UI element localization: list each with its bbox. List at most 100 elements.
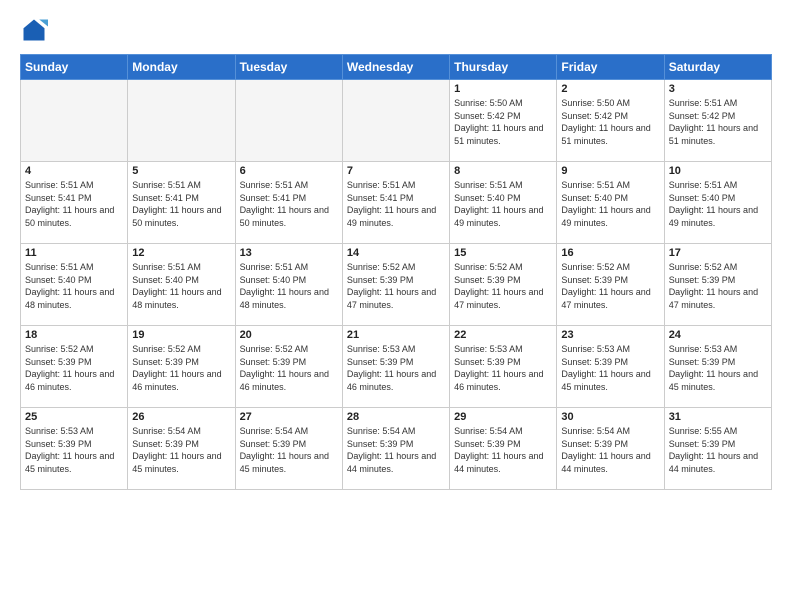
calendar-cell: 12 Sunrise: 5:51 AM Sunset: 5:40 PM Dayli… (128, 244, 235, 326)
page: SundayMondayTuesdayWednesdayThursdayFrid… (0, 0, 792, 612)
day-info: Sunrise: 5:51 AM Sunset: 5:41 PM Dayligh… (132, 179, 230, 229)
day-number: 25 (25, 411, 123, 423)
day-info: Sunrise: 5:52 AM Sunset: 5:39 PM Dayligh… (347, 261, 445, 311)
day-number: 17 (669, 247, 767, 259)
day-number: 24 (669, 329, 767, 341)
day-number: 19 (132, 329, 230, 341)
day-info: Sunrise: 5:53 AM Sunset: 5:39 PM Dayligh… (25, 425, 123, 475)
day-number: 6 (240, 165, 338, 177)
weekday-header-tuesday: Tuesday (235, 55, 342, 80)
day-info: Sunrise: 5:50 AM Sunset: 5:42 PM Dayligh… (454, 97, 552, 147)
day-number: 14 (347, 247, 445, 259)
day-number: 18 (25, 329, 123, 341)
day-number: 28 (347, 411, 445, 423)
day-number: 2 (561, 83, 659, 95)
calendar-cell: 5 Sunrise: 5:51 AM Sunset: 5:41 PM Daylig… (128, 162, 235, 244)
day-number: 11 (25, 247, 123, 259)
calendar-cell: 27Sunrise: 5:54 AM Sunset: 5:39 PM Dayli… (235, 408, 342, 490)
day-number: 3 (669, 83, 767, 95)
day-number: 9 (561, 165, 659, 177)
day-number: 1 (454, 83, 552, 95)
day-info: Sunrise: 5:53 AM Sunset: 5:39 PM Dayligh… (561, 343, 659, 393)
calendar-cell: 22Sunrise: 5:53 AM Sunset: 5:39 PM Dayli… (450, 326, 557, 408)
calendar-cell: 26 Sunrise: 5:54 AM Sunset: 5:39 PM Dayli… (128, 408, 235, 490)
calendar-cell: 4 Sunrise: 5:51 AM Sunset: 5:41 PM Daylig… (21, 162, 128, 244)
day-number: 20 (240, 329, 338, 341)
day-info: Sunrise: 5:54 AM Sunset: 5:39 PM Dayligh… (132, 425, 230, 475)
day-info: Sunrise: 5:54 AM Sunset: 5:39 PM Dayligh… (240, 425, 338, 475)
calendar-cell: 10 Sunrise: 5:51 AM Sunset: 5:40 PM Dayli… (664, 162, 771, 244)
day-number: 12 (132, 247, 230, 259)
weekday-header-row: SundayMondayTuesdayWednesdayThursdayFrid… (21, 55, 772, 80)
day-info: Sunrise: 5:51 AM Sunset: 5:41 PM Dayligh… (25, 179, 123, 229)
day-number: 13 (240, 247, 338, 259)
calendar-cell: 13 Sunrise: 5:51 AM Sunset: 5:40 PM Dayli… (235, 244, 342, 326)
calendar-cell: 11 Sunrise: 5:51 AM Sunset: 5:40 PM Dayli… (21, 244, 128, 326)
calendar-cell (342, 80, 449, 162)
day-info: Sunrise: 5:52 AM Sunset: 5:39 PM Dayligh… (240, 343, 338, 393)
day-info: Sunrise: 5:51 AM Sunset: 5:41 PM Dayligh… (347, 179, 445, 229)
calendar-cell: 2 Sunrise: 5:50 AM Sunset: 5:42 PM Daylig… (557, 80, 664, 162)
calendar-cell: 16 Sunrise: 5:52 AM Sunset: 5:39 PM Dayli… (557, 244, 664, 326)
weekday-header-saturday: Saturday (664, 55, 771, 80)
day-info: Sunrise: 5:54 AM Sunset: 5:39 PM Dayligh… (347, 425, 445, 475)
calendar-cell: 6Sunrise: 5:51 AM Sunset: 5:41 PM Daylig… (235, 162, 342, 244)
calendar-cell: 18 Sunrise: 5:52 AM Sunset: 5:39 PM Dayli… (21, 326, 128, 408)
day-info: Sunrise: 5:51 AM Sunset: 5:40 PM Dayligh… (669, 179, 767, 229)
day-info: Sunrise: 5:52 AM Sunset: 5:39 PM Dayligh… (561, 261, 659, 311)
day-number: 30 (561, 411, 659, 423)
weekday-header-sunday: Sunday (21, 55, 128, 80)
day-info: Sunrise: 5:53 AM Sunset: 5:39 PM Dayligh… (669, 343, 767, 393)
day-number: 15 (454, 247, 552, 259)
weekday-header-monday: Monday (128, 55, 235, 80)
day-info: Sunrise: 5:50 AM Sunset: 5:42 PM Dayligh… (561, 97, 659, 147)
header (20, 16, 772, 44)
day-info: Sunrise: 5:52 AM Sunset: 5:39 PM Dayligh… (132, 343, 230, 393)
calendar-cell: 31Sunrise: 5:55 AM Sunset: 5:39 PM Dayli… (664, 408, 771, 490)
day-number: 10 (669, 165, 767, 177)
calendar-cell: 23 Sunrise: 5:53 AM Sunset: 5:39 PM Dayli… (557, 326, 664, 408)
weekday-header-friday: Friday (557, 55, 664, 80)
day-number: 23 (561, 329, 659, 341)
day-info: Sunrise: 5:51 AM Sunset: 5:40 PM Dayligh… (132, 261, 230, 311)
day-number: 26 (132, 411, 230, 423)
calendar-cell: 3 Sunrise: 5:51 AM Sunset: 5:42 PM Daylig… (664, 80, 771, 162)
calendar-cell (235, 80, 342, 162)
calendar-cell: 29 Sunrise: 5:54 AM Sunset: 5:39 PM Dayli… (450, 408, 557, 490)
calendar-week-1: 4 Sunrise: 5:51 AM Sunset: 5:41 PM Daylig… (21, 162, 772, 244)
calendar-cell: 19 Sunrise: 5:52 AM Sunset: 5:39 PM Dayli… (128, 326, 235, 408)
calendar-cell: 24 Sunrise: 5:53 AM Sunset: 5:39 PM Dayli… (664, 326, 771, 408)
calendar-cell: 30Sunrise: 5:54 AM Sunset: 5:39 PM Dayli… (557, 408, 664, 490)
calendar-cell: 17 Sunrise: 5:52 AM Sunset: 5:39 PM Dayli… (664, 244, 771, 326)
calendar-cell: 14 Sunrise: 5:52 AM Sunset: 5:39 PM Dayli… (342, 244, 449, 326)
day-number: 5 (132, 165, 230, 177)
calendar-cell: 8Sunrise: 5:51 AM Sunset: 5:40 PM Daylig… (450, 162, 557, 244)
day-info: Sunrise: 5:54 AM Sunset: 5:39 PM Dayligh… (454, 425, 552, 475)
day-info: Sunrise: 5:51 AM Sunset: 5:40 PM Dayligh… (561, 179, 659, 229)
day-info: Sunrise: 5:52 AM Sunset: 5:39 PM Dayligh… (454, 261, 552, 311)
logo-icon (20, 16, 48, 44)
day-info: Sunrise: 5:53 AM Sunset: 5:39 PM Dayligh… (347, 343, 445, 393)
calendar-cell: 15 Sunrise: 5:52 AM Sunset: 5:39 PM Dayli… (450, 244, 557, 326)
weekday-header-thursday: Thursday (450, 55, 557, 80)
calendar-cell (128, 80, 235, 162)
calendar-week-4: 25 Sunrise: 5:53 AM Sunset: 5:39 PM Dayli… (21, 408, 772, 490)
calendar-cell: 7 Sunrise: 5:51 AM Sunset: 5:41 PM Daylig… (342, 162, 449, 244)
calendar-cell: 28 Sunrise: 5:54 AM Sunset: 5:39 PM Dayli… (342, 408, 449, 490)
day-number: 16 (561, 247, 659, 259)
calendar-cell: 25 Sunrise: 5:53 AM Sunset: 5:39 PM Dayli… (21, 408, 128, 490)
day-number: 31 (669, 411, 767, 423)
day-number: 8 (454, 165, 552, 177)
day-number: 29 (454, 411, 552, 423)
day-info: Sunrise: 5:51 AM Sunset: 5:40 PM Dayligh… (25, 261, 123, 311)
day-info: Sunrise: 5:53 AM Sunset: 5:39 PM Dayligh… (454, 343, 552, 393)
calendar-week-2: 11 Sunrise: 5:51 AM Sunset: 5:40 PM Dayli… (21, 244, 772, 326)
day-info: Sunrise: 5:51 AM Sunset: 5:40 PM Dayligh… (240, 261, 338, 311)
day-info: Sunrise: 5:52 AM Sunset: 5:39 PM Dayligh… (669, 261, 767, 311)
day-info: Sunrise: 5:52 AM Sunset: 5:39 PM Dayligh… (25, 343, 123, 393)
day-info: Sunrise: 5:51 AM Sunset: 5:42 PM Dayligh… (669, 97, 767, 147)
calendar-week-3: 18 Sunrise: 5:52 AM Sunset: 5:39 PM Dayli… (21, 326, 772, 408)
calendar-table: SundayMondayTuesdayWednesdayThursdayFrid… (20, 54, 772, 490)
day-number: 7 (347, 165, 445, 177)
day-number: 4 (25, 165, 123, 177)
